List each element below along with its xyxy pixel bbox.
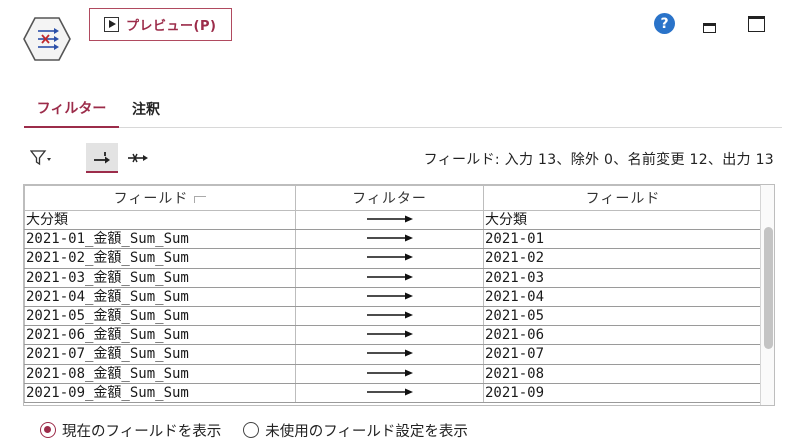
table-row[interactable]: 2021-05_金額_Sum_Sum 2021-05 — [24, 306, 763, 327]
table-row[interactable]: 2021-09_金額_Sum_Sum 2021-09 — [24, 383, 763, 403]
radio-show-unused-settings[interactable]: 未使用のフィールド設定を表示 — [243, 420, 468, 440]
column-header-filter[interactable]: フィルター — [295, 185, 484, 211]
table-row[interactable]: 2021-04_金額_Sum_Sum 2021-04 — [24, 287, 763, 307]
input-field-cell: 2021-01_金額_Sum_Sum — [24, 229, 296, 250]
filter-toggle-cell[interactable] — [295, 210, 484, 231]
filter-arrow-icon[interactable] — [366, 233, 414, 243]
output-field-cell[interactable]: 2021-08 — [483, 364, 763, 384]
preview-button-label: プレビュー(P) — [126, 19, 217, 34]
filter-arrow-icon[interactable] — [366, 368, 414, 378]
filter-arrow-icon[interactable] — [366, 214, 414, 224]
filter-arrow-icon[interactable] — [366, 272, 414, 282]
filter-toggle-cell[interactable] — [295, 364, 484, 384]
include-fields-button[interactable] — [86, 143, 118, 173]
table-row[interactable]: 2021-01_金額_Sum_Sum 2021-01 — [24, 229, 763, 250]
filter-toggle-cell[interactable] — [295, 383, 484, 403]
output-field-cell[interactable]: 大分類 — [483, 210, 763, 231]
remove-arrow-icon — [128, 153, 148, 163]
toolbar: フィールド: 入力 13、除外 0、名前変更 12、出力 13 — [26, 143, 782, 173]
tab-bar: フィルター 注釈 — [24, 90, 782, 128]
output-field-cell[interactable]: 2021-04 — [483, 287, 763, 307]
filter-toggle-cell[interactable] — [295, 325, 484, 346]
radio-label: 現在のフィールドを表示 — [62, 423, 222, 440]
funnel-icon — [30, 150, 51, 166]
radio-button-icon — [243, 422, 260, 438]
input-field-cell: 2021-07_金額_Sum_Sum — [24, 344, 296, 365]
field-table: フィールド フィルター フィールド 大分類 大分類 2021-01_金額_Sum_S… — [23, 184, 775, 406]
preview-button[interactable]: プレビュー(P) — [89, 8, 232, 41]
input-field-cell: 2021-09_金額_Sum_Sum — [24, 383, 296, 403]
filter-arrow-icon[interactable] — [366, 387, 414, 397]
filter-toggle-cell[interactable] — [295, 248, 484, 269]
maximize-icon[interactable] — [748, 16, 765, 32]
filter-arrow-icon[interactable] — [366, 291, 414, 301]
filter-arrow-icon[interactable] — [366, 310, 414, 320]
output-field-cell[interactable]: 2021-03 — [483, 268, 763, 288]
filter-toggle-cell[interactable] — [295, 287, 484, 307]
input-field-cell: 大分類 — [24, 210, 296, 231]
filter-arrow-icon[interactable] — [366, 252, 414, 262]
display-options: 現在のフィールドを表示 未使用のフィールド設定を表示 — [40, 420, 468, 440]
input-field-cell: 2021-04_金額_Sum_Sum — [24, 287, 296, 307]
filter-arrow-icon[interactable] — [366, 348, 414, 358]
tab-filter[interactable]: フィルター — [24, 90, 119, 128]
input-field-cell: 2021-02_金額_Sum_Sum — [24, 248, 296, 269]
filter-toggle-cell[interactable] — [295, 229, 484, 250]
output-field-cell[interactable]: 2021-05 — [483, 306, 763, 327]
filter-toggle-cell[interactable] — [295, 344, 484, 365]
vertical-scrollbar[interactable] — [760, 185, 774, 405]
input-field-cell: 2021-03_金額_Sum_Sum — [24, 268, 296, 288]
column-header-output-field[interactable]: フィールド — [483, 185, 763, 211]
filter-toggle-cell[interactable] — [295, 268, 484, 288]
table-row[interactable]: 2021-07_金額_Sum_Sum 2021-07 — [24, 344, 763, 365]
input-field-cell: 2021-08_金額_Sum_Sum — [24, 364, 296, 384]
filter-node-icon — [23, 17, 71, 61]
output-field-cell[interactable]: 2021-02 — [483, 248, 763, 269]
filter-arrow-icon[interactable] — [366, 329, 414, 339]
help-icon[interactable]: ? — [654, 13, 675, 34]
pass-arrow-icon — [94, 152, 110, 164]
scrollbar-thumb[interactable] — [764, 227, 773, 349]
filter-options-dropdown[interactable] — [30, 147, 62, 169]
output-field-cell[interactable]: 2021-09 — [483, 383, 763, 403]
table-row[interactable]: 2021-08_金額_Sum_Sum 2021-08 — [24, 364, 763, 384]
input-field-cell: 2021-06_金額_Sum_Sum — [24, 325, 296, 346]
filter-toggle-cell[interactable] — [295, 306, 484, 327]
output-field-cell[interactable]: 2021-01 — [483, 229, 763, 250]
table-row[interactable]: 2021-03_金額_Sum_Sum 2021-03 — [24, 268, 763, 288]
input-field-cell: 2021-05_金額_Sum_Sum — [24, 306, 296, 327]
output-field-cell[interactable]: 2021-07 — [483, 344, 763, 365]
minimize-icon[interactable] — [703, 23, 716, 33]
field-summary: フィールド: 入力 13、除外 0、名前変更 12、出力 13 — [423, 152, 774, 168]
tab-annotation[interactable]: 注釈 — [132, 90, 160, 128]
sort-indicator-icon — [194, 195, 207, 203]
radio-label: 未使用のフィールド設定を表示 — [265, 423, 468, 440]
exclude-fields-button[interactable] — [122, 143, 154, 173]
table-row[interactable]: 2021-02_金額_Sum_Sum 2021-02 — [24, 248, 763, 269]
radio-button-selected-icon — [40, 422, 56, 438]
play-icon — [104, 17, 119, 32]
output-field-cell[interactable]: 2021-06 — [483, 325, 763, 346]
radio-show-current-fields[interactable]: 現在のフィールドを表示 — [40, 420, 221, 440]
column-header-input-field[interactable]: フィールド — [24, 185, 296, 211]
table-row[interactable]: 2021-06_金額_Sum_Sum 2021-06 — [24, 325, 763, 346]
table-row[interactable]: 大分類 大分類 — [24, 210, 763, 231]
